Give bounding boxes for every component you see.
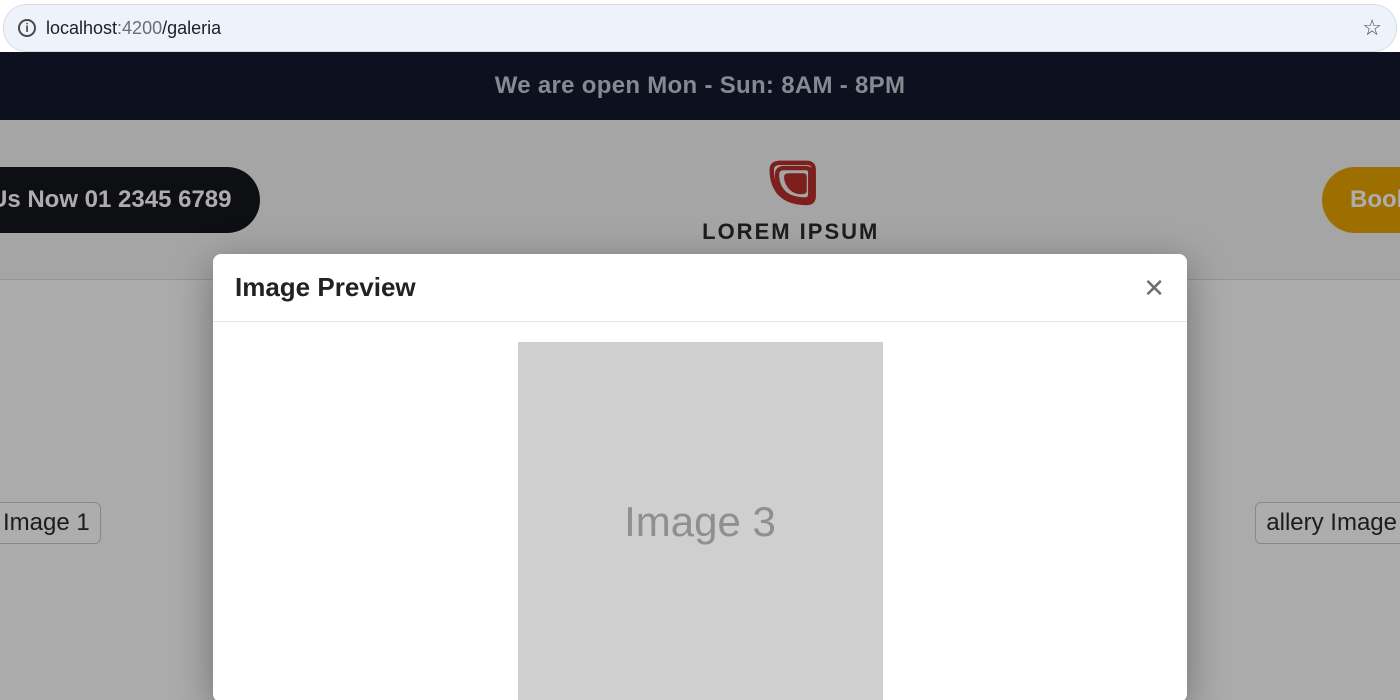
- modal-body: Image 3: [213, 322, 1187, 700]
- url-host: localhost: [46, 18, 117, 38]
- image-preview-modal: Image Preview ✕ Image 3: [213, 254, 1187, 700]
- page-viewport: We are open Mon - Sun: 8AM - 8PM Us Now …: [0, 52, 1400, 700]
- site-info-icon[interactable]: i: [18, 19, 36, 37]
- url-port: :4200: [117, 18, 162, 38]
- url-path: /galeria: [162, 18, 221, 38]
- preview-image-label: Image 3: [624, 498, 776, 546]
- browser-address-bar[interactable]: i localhost:4200/galeria ☆: [3, 4, 1397, 52]
- close-icon[interactable]: ✕: [1143, 275, 1165, 301]
- url-display[interactable]: localhost:4200/galeria: [46, 18, 1352, 39]
- bookmark-star-icon[interactable]: ☆: [1362, 15, 1382, 41]
- modal-header: Image Preview ✕: [213, 254, 1187, 322]
- modal-title: Image Preview: [235, 272, 416, 303]
- preview-image-placeholder: Image 3: [518, 342, 883, 700]
